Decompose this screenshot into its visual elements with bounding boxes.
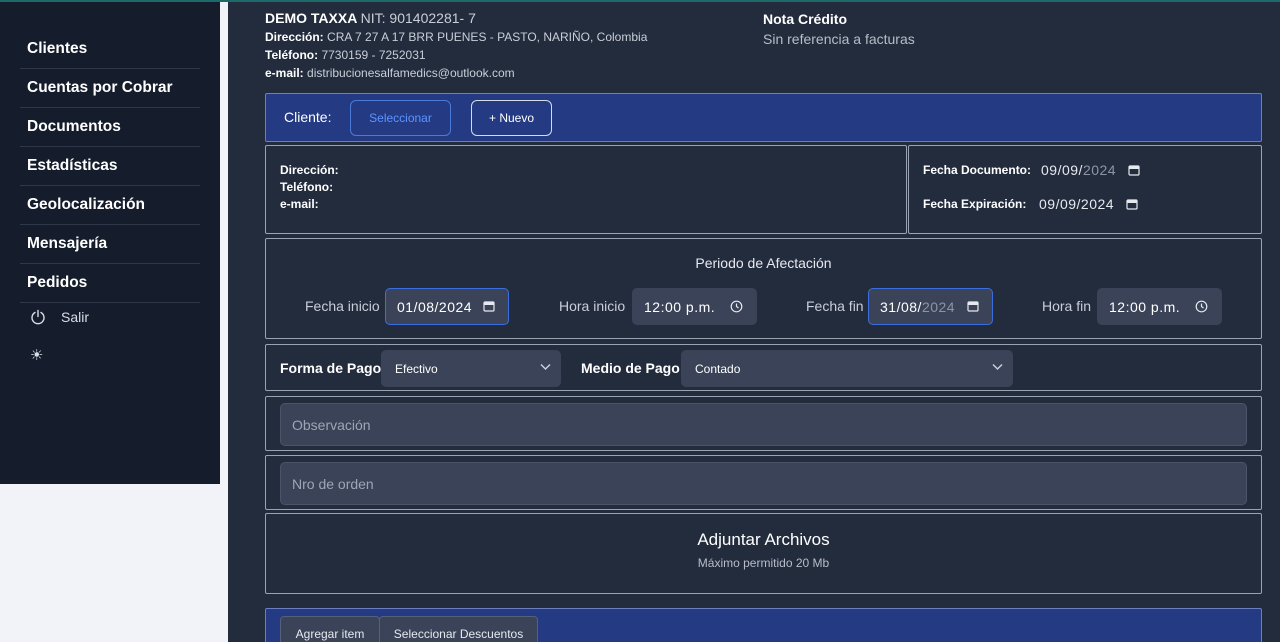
payment-form-value: Efectivo (395, 361, 438, 376)
clock-icon[interactable] (730, 300, 743, 313)
client-address-label: Dirección: (280, 163, 339, 177)
expiration-date-input[interactable]: 09/09/2024 (1039, 196, 1138, 212)
calendar-icon[interactable] (967, 300, 979, 312)
document-date-input[interactable]: 09/09/2024 (1041, 162, 1140, 178)
add-item-tab[interactable]: Agregar item (280, 616, 380, 642)
clock-icon[interactable] (1195, 300, 1208, 313)
order-number-section: Nro de orden (265, 455, 1262, 510)
period-section: Periodo de Afectación Fecha inicio 01/08… (265, 238, 1262, 339)
attachments-dropzone[interactable]: Adjuntar Archivos Máximo permitido 20 Mb (265, 513, 1262, 594)
end-time-label: Hora fin (1042, 298, 1092, 314)
logout-label: Salir (61, 309, 90, 325)
client-email-label: e-mail: (280, 197, 319, 211)
client-bar: Cliente: Seleccionar + Nuevo (265, 93, 1262, 142)
client-details: Dirección: Teléfono: e-mail: (265, 145, 907, 234)
sidebar-item-pedidos[interactable]: Pedidos (20, 264, 200, 303)
calendar-icon[interactable] (1126, 198, 1138, 210)
document-reference: Sin referencia a facturas (763, 31, 915, 47)
company-email-label: e-mail: (265, 66, 304, 80)
client-phone-label: Teléfono: (280, 180, 334, 194)
document-type: Nota Crédito Sin referencia a facturas (763, 9, 915, 49)
period-title: Periodo de Afectación (695, 255, 832, 271)
company-info: DEMO TAXXA NIT: 901402281- 7 Dirección: … (265, 9, 647, 82)
items-toolbar: Agregar item Seleccionar Descuentos (265, 608, 1262, 642)
chevron-down-icon (992, 363, 1003, 371)
payment-method-label: Medio de Pago (581, 360, 680, 376)
end-date-value-day-month: 31/08/ (880, 298, 922, 315)
sun-icon[interactable]: ☀ (30, 348, 43, 364)
document-date-value-year: 2024 (1082, 162, 1117, 178)
select-discounts-tab[interactable]: Seleccionar Descuentos (379, 616, 538, 642)
end-date-value-year: 2024 (921, 298, 956, 315)
payment-form-select[interactable]: Efectivo (381, 350, 561, 387)
expiration-date-label: Fecha Expiración: (923, 197, 1027, 211)
select-client-button[interactable]: Seleccionar (350, 100, 451, 136)
end-date-label: Fecha fin (806, 298, 864, 314)
company-phone-label: Teléfono: (265, 48, 319, 62)
logout-button[interactable]: Salir (30, 309, 89, 325)
company-address: CRA 7 27 A 17 BRR PUENES - PASTO, NARIÑO… (327, 30, 648, 44)
company-phone: 7730159 - 7252031 (321, 48, 426, 62)
document-type-title: Nota Crédito (763, 11, 847, 27)
end-date-input[interactable]: 31/08/2024 (868, 288, 993, 325)
start-date-input[interactable]: 01/08/2024 (385, 288, 509, 325)
payment-method-value: Contado (695, 361, 741, 376)
start-time-label: Hora inicio (559, 298, 626, 314)
start-date-value: 01/08/2024 (397, 298, 473, 315)
observation-input[interactable]: Observación (280, 403, 1247, 446)
company-name: DEMO TAXXA (265, 10, 358, 26)
sidebar-item-documentos[interactable]: Documentos (20, 108, 200, 147)
power-icon (31, 309, 45, 325)
sidebar-item-mensajeria[interactable]: Mensajería (20, 225, 200, 264)
payment-method-select[interactable]: Contado (681, 350, 1013, 387)
attachments-title: Adjuntar Archivos (697, 530, 830, 549)
company-email: distribucionesalfamedics@outlook.com (307, 66, 515, 80)
observation-section: Observación (265, 396, 1262, 451)
sidebar-item-geolocalizacion[interactable]: Geolocalización (20, 186, 200, 225)
sidebar-item-clientes[interactable]: Clientes (20, 30, 200, 69)
payment-section: Forma de Pago Efectivo Medio de Pago Con… (265, 344, 1262, 391)
document-date-label: Fecha Documento: (923, 163, 1032, 177)
client-label: Cliente: (284, 109, 332, 125)
start-time-input[interactable]: 12:00 p.m. (632, 288, 757, 325)
chevron-down-icon (540, 363, 551, 371)
company-nit: NIT: 901402281- 7 (360, 10, 476, 26)
start-date-label: Fecha inicio (305, 298, 380, 314)
end-time-input[interactable]: 12:00 p.m. (1097, 288, 1222, 325)
attachments-limit: Máximo permitido 20 Mb (697, 556, 830, 570)
new-client-button[interactable]: + Nuevo (471, 100, 552, 136)
order-number-input[interactable]: Nro de orden (280, 462, 1247, 505)
calendar-icon[interactable] (483, 300, 495, 312)
calendar-icon[interactable] (1128, 164, 1140, 176)
start-time-value: 12:00 p.m. (644, 298, 716, 315)
document-dates: Fecha Documento: 09/09/2024 Fecha Expira… (908, 145, 1262, 234)
expiration-date-value: 09/09/2024 (1039, 196, 1115, 212)
sidebar-nav: Clientes Cuentas por Cobrar Documentos E… (20, 30, 200, 303)
end-time-value: 12:00 p.m. (1109, 298, 1181, 315)
sidebar-item-cuentas-por-cobrar[interactable]: Cuentas por Cobrar (20, 69, 200, 108)
company-address-label: Dirección: (265, 30, 324, 44)
payment-form-label: Forma de Pago (280, 360, 382, 376)
document-date-value-day-month: 09/09/ (1041, 162, 1083, 178)
sidebar: Clientes Cuentas por Cobrar Documentos E… (0, 2, 220, 484)
sidebar-item-estadisticas[interactable]: Estadísticas (20, 147, 200, 186)
main-content: DEMO TAXXA NIT: 901402281- 7 Dirección: … (228, 2, 1280, 642)
